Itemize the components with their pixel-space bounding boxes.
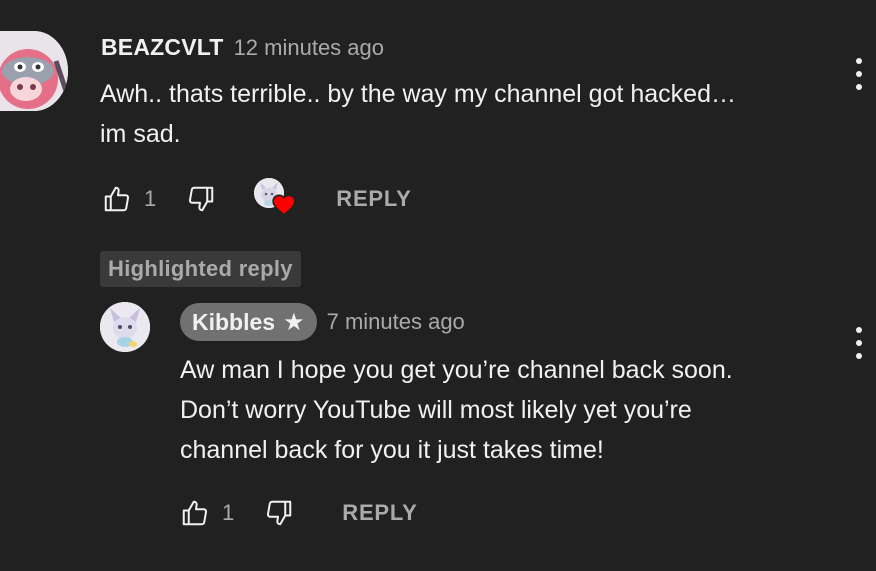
reply-dislike-button[interactable] — [262, 496, 296, 530]
dislike-button[interactable] — [184, 182, 218, 216]
reply-reply-button[interactable]: REPLY — [342, 500, 417, 526]
like-count: 1 — [144, 186, 157, 211]
user-avatar-icon[interactable] — [0, 31, 68, 111]
reply-author: Kibbles — [192, 308, 276, 335]
comment-thread: BEAZCVLT 12 minutes ago Awh.. thats terr… — [0, 0, 876, 571]
menu-dot — [856, 58, 862, 64]
menu-dot — [856, 340, 862, 346]
creator-heart[interactable] — [254, 178, 296, 220]
menu-dot — [856, 71, 862, 77]
menu-dot — [856, 327, 862, 333]
comment-text: Awh.. thats terrible.. by the way my cha… — [100, 80, 736, 148]
reply-actions: 1 REPLY — [178, 496, 418, 530]
menu-dot — [856, 84, 862, 90]
thumb-up-icon — [182, 500, 208, 526]
heart-icon — [272, 194, 296, 217]
creator-star-icon: ★ — [283, 308, 305, 336]
reply-like-button[interactable] — [178, 496, 212, 530]
comment-header: BEAZCVLT 12 minutes ago — [101, 34, 384, 61]
reply-more-menu-icon[interactable] — [851, 323, 867, 363]
thumb-down-icon — [267, 500, 292, 526]
reply-header: Kibbles ★ 7 minutes ago — [180, 303, 465, 341]
reply-timestamp[interactable]: 7 minutes ago — [327, 309, 465, 335]
thumb-up-icon — [104, 186, 130, 212]
creator-author-badge[interactable]: Kibbles ★ — [180, 303, 317, 341]
comment-actions: 1 REPLY — [100, 178, 412, 217]
reply-like-count: 1 — [222, 500, 235, 525]
reply-text: Aw man I hope you get you’re channel bac… — [180, 356, 733, 464]
comment-more-menu-icon[interactable] — [851, 54, 867, 94]
highlighted-reply-badge: Highlighted reply — [100, 251, 301, 287]
reply-button[interactable]: REPLY — [336, 186, 411, 212]
comment-timestamp[interactable]: 12 minutes ago — [234, 35, 384, 61]
like-button[interactable] — [100, 182, 134, 216]
thumb-down-icon — [189, 186, 214, 212]
menu-dot — [856, 353, 862, 359]
creator-avatar-icon[interactable] — [100, 302, 150, 352]
comment-author[interactable]: BEAZCVLT — [101, 34, 224, 61]
